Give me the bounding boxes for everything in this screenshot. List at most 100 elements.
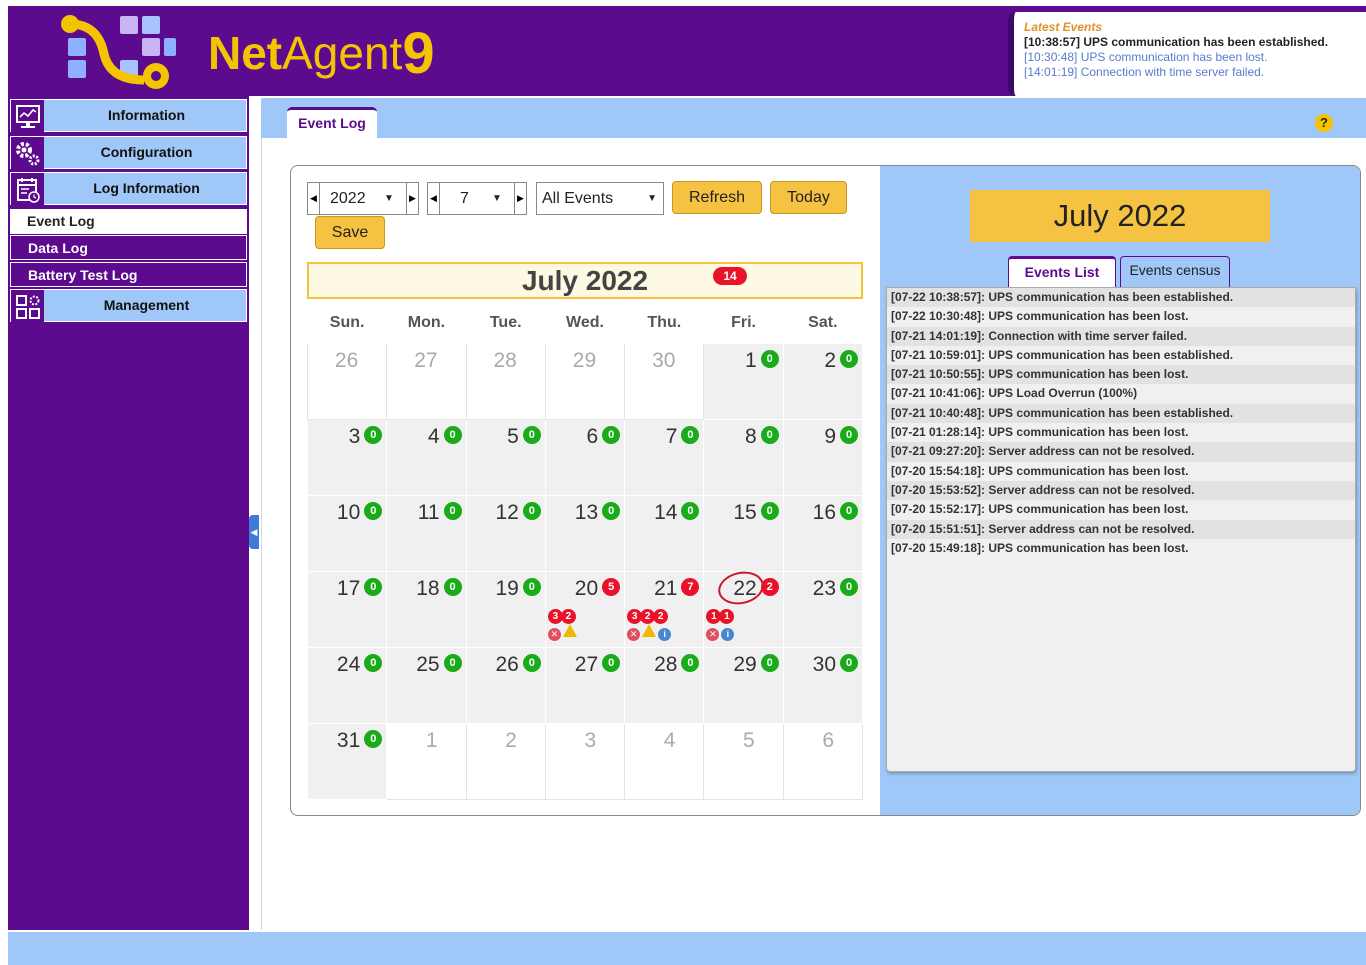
calendar-day[interactable]: 17 0 xyxy=(306,571,388,648)
day-number: 28 xyxy=(654,653,678,676)
calendar-day[interactable]: 50 xyxy=(465,419,546,496)
calendar-day[interactable]: 12 0 xyxy=(465,495,546,572)
tab-events-census[interactable]: Events census xyxy=(1120,256,1230,287)
month-select[interactable]: ◀ 7 ▼ ▶ xyxy=(427,182,527,215)
day-event-count-badge: 0 xyxy=(522,502,541,520)
calendar-day[interactable]: 10 xyxy=(703,343,784,420)
year-select[interactable]: ◀ 2022 ▼ ▶ xyxy=(307,182,419,215)
calendar-day[interactable]: 19 0 xyxy=(465,571,546,648)
calendar-day[interactable]: 80 xyxy=(703,419,784,496)
event-list-item[interactable]: [07-20 15:51:51]: Server address can not… xyxy=(887,519,1355,539)
event-list-item[interactable]: [07-20 15:49:18]: UPS communication has … xyxy=(887,539,1355,558)
day-number: 8 xyxy=(745,425,757,448)
day-number: 28 xyxy=(493,349,517,372)
calendar-day-outside: 29 xyxy=(544,343,626,420)
sidebar-item-management[interactable]: Management xyxy=(10,289,247,323)
day-number: 2 xyxy=(824,349,836,372)
year-prev-icon[interactable]: ◀ xyxy=(308,183,320,214)
calendar-day-outside: 1 xyxy=(386,723,467,800)
month-next-icon[interactable]: ▶ xyxy=(514,183,526,214)
latest-event-item[interactable]: [10:38:57] UPS communication has been es… xyxy=(1024,35,1358,50)
calendar-day[interactable]: 30 xyxy=(306,419,388,496)
calendar-day-outside: 4 xyxy=(624,723,705,800)
calendar-week-row: 24 0 25 0 26 0 27 0 28 0 29 0 30 0 xyxy=(306,647,864,724)
month-prev-icon[interactable]: ◀ xyxy=(428,183,440,214)
calendar-day[interactable]: 27 0 xyxy=(544,647,626,724)
calendar-day[interactable]: 30 0 xyxy=(782,647,864,724)
event-list-item[interactable]: [07-20 15:54:18]: UPS communication has … xyxy=(887,462,1355,481)
calendar-day[interactable]: 23 0 xyxy=(782,571,864,648)
save-button[interactable]: Save xyxy=(315,216,385,249)
calendar-day[interactable]: 90 xyxy=(782,419,864,496)
event-list-item[interactable]: [07-21 14:01:19]: Connection with time s… xyxy=(887,326,1355,346)
calendar-day-outside: 2 xyxy=(465,723,546,800)
sidebar-collapse-handle[interactable]: ◀ xyxy=(249,515,259,549)
event-list-item[interactable]: [07-22 10:38:57]: UPS communication has … xyxy=(887,288,1355,308)
day-number: 15 xyxy=(733,501,757,524)
event-filter-select[interactable]: All Events ▼ xyxy=(536,182,664,215)
day-number: 26 xyxy=(495,653,519,676)
calendar-day[interactable]: 40 xyxy=(386,419,467,496)
refresh-button[interactable]: Refresh xyxy=(672,181,762,214)
management-grid-icon xyxy=(11,290,44,323)
sidebar-item-configuration[interactable]: Configuration xyxy=(10,136,247,170)
calendar-day[interactable]: 25 0 xyxy=(386,647,467,724)
event-list-item[interactable]: [07-20 15:53:52]: Server address can not… xyxy=(887,480,1355,501)
chevron-down-icon[interactable]: ▼ xyxy=(492,183,502,214)
chevron-down-icon[interactable]: ▼ xyxy=(384,183,394,214)
calendar-total-count-badge: 14 xyxy=(713,267,747,285)
today-button[interactable]: Today xyxy=(770,181,847,214)
events-list[interactable]: [07-22 10:38:57]: UPS communication has … xyxy=(886,287,1356,772)
calendar-day[interactable]: 31 0 xyxy=(306,723,388,800)
calendar-day[interactable]: 18 0 xyxy=(386,571,467,648)
day-number: 20 xyxy=(574,577,599,600)
tab-event-log[interactable]: Event Log xyxy=(287,107,377,138)
calendar-day[interactable]: 28 0 xyxy=(624,647,705,724)
event-list-item[interactable]: [07-21 10:40:48]: UPS communication has … xyxy=(887,403,1355,424)
event-list-item[interactable]: [07-21 10:50:55]: UPS communication has … xyxy=(887,365,1355,385)
calendar-day[interactable]: 70 xyxy=(624,419,705,496)
tab-events-list[interactable]: Events List xyxy=(1008,256,1116,287)
year-next-icon[interactable]: ▶ xyxy=(406,183,418,214)
sidebar-item-information[interactable]: Information xyxy=(10,99,247,133)
calendar-day[interactable]: 20 5 3 2 ✕ xyxy=(544,571,626,648)
calendar-day[interactable]: 14 0 xyxy=(624,495,705,572)
calendar-day[interactable]: 16 0 xyxy=(782,495,864,572)
calendar-day[interactable]: 11 0 xyxy=(386,495,467,572)
calendar-day[interactable]: 60 xyxy=(544,419,626,496)
event-list-item[interactable]: [07-21 01:28:14]: UPS communication has … xyxy=(887,423,1355,442)
day-event-count-badge: 0 xyxy=(522,426,541,444)
event-list-item[interactable]: [07-20 15:52:17]: UPS communication has … xyxy=(887,500,1355,519)
calendar-day[interactable]: 21 7 3 2 2 ✕ i xyxy=(624,571,705,648)
day-number: 18 xyxy=(416,577,440,600)
event-list-item[interactable]: [07-22 10:30:48]: UPS communication has … xyxy=(887,307,1355,326)
sidebar-item-data-log[interactable]: Data Log xyxy=(10,235,247,260)
latest-events-title: Latest Events xyxy=(1024,20,1103,34)
sidebar-item-battery-test-log[interactable]: Battery Test Log xyxy=(10,262,247,287)
help-icon[interactable]: ? xyxy=(1315,114,1333,132)
calendar-day[interactable]: 29 0 xyxy=(703,647,784,724)
event-list-item[interactable]: [07-21 10:41:06]: UPS Load Overrun (100%… xyxy=(887,384,1355,403)
latest-event-item[interactable]: [14:01:19] Connection with time server f… xyxy=(1024,65,1358,80)
sidebar-item-event-log[interactable]: Event Log xyxy=(10,209,247,234)
weekday-label: Sun. xyxy=(306,302,388,344)
header: NetAgent9 Latest Events [10:38:57] UPS c… xyxy=(8,6,1366,96)
day-event-count-badge: 0 xyxy=(443,654,462,672)
calendar-day[interactable]: 22 2 1 1 ✕ i xyxy=(703,567,784,648)
calendar-day[interactable]: 13 0 xyxy=(544,495,626,572)
latest-event-item[interactable]: [10:30:48] UPS communication has been lo… xyxy=(1024,50,1358,65)
event-list-item[interactable]: [07-21 10:59:01]: UPS communication has … xyxy=(887,346,1355,365)
page-tab-bar xyxy=(261,98,1366,138)
calendar-day-outside: 30 xyxy=(624,343,705,420)
chevron-down-icon[interactable]: ▼ xyxy=(647,183,657,214)
calendar-day[interactable]: 26 0 xyxy=(465,647,546,724)
day-event-count-badge: 0 xyxy=(760,502,779,520)
calendar-day[interactable]: 15 0 xyxy=(703,495,784,572)
sidebar-item-log-information[interactable]: Log Information xyxy=(10,172,247,206)
event-list-item[interactable]: [07-21 09:27:20]: Server address can not… xyxy=(887,442,1355,462)
day-number: 16 xyxy=(812,501,836,524)
day-number: 4 xyxy=(427,425,440,448)
calendar-day[interactable]: 24 0 xyxy=(306,647,388,724)
calendar-day[interactable]: 20 xyxy=(782,343,864,420)
calendar-day[interactable]: 10 0 xyxy=(306,495,388,572)
